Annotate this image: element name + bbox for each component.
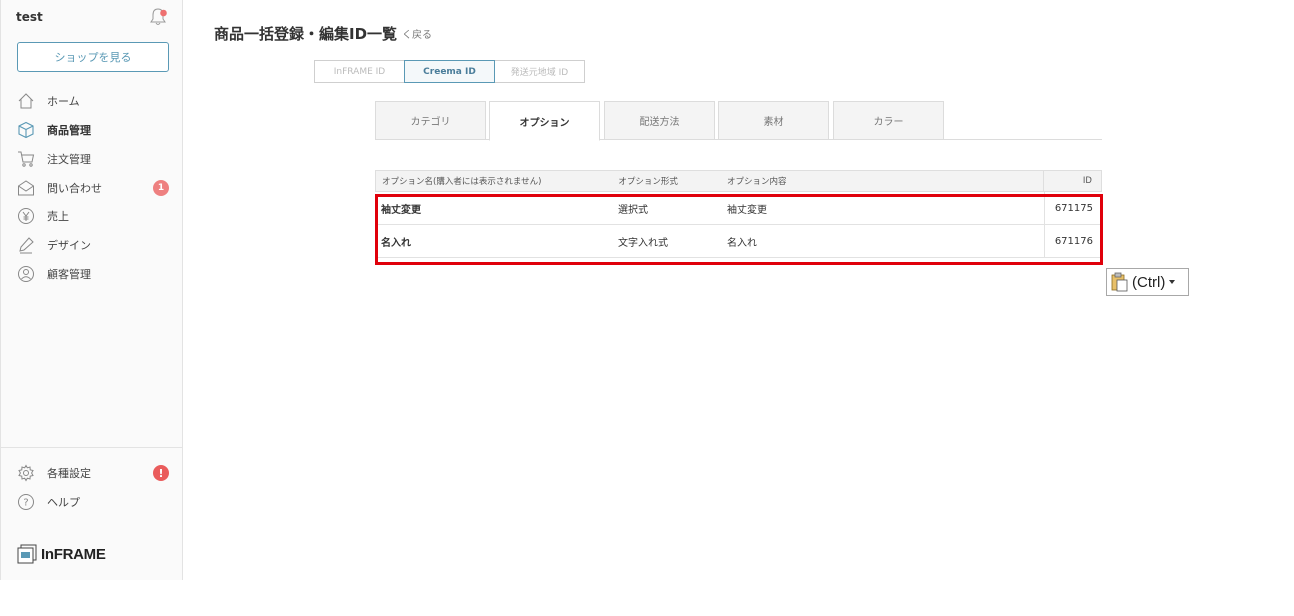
sidebar-item-inquiries[interactable]: 問い合わせ 1: [17, 177, 172, 199]
option-id-cell: 671176: [1044, 225, 1102, 257]
sidebar: test ショップを見る ホーム 商品管理 注文管理 問い合わせ 1 売上 デザ…: [0, 0, 183, 580]
sidebar-item-settings[interactable]: 各種設定 !: [17, 462, 172, 484]
option-name-cell: 袖丈変更: [381, 204, 421, 216]
logo-text: InFRAME: [41, 545, 106, 563]
table-row: 袖丈変更 選択式 袖丈変更 671175: [375, 192, 1102, 225]
yen-icon: [17, 207, 35, 225]
table-header: オプション名(購入者には表示されません) オプション形式 オプション内容 ID: [375, 170, 1102, 192]
col-option-type: オプション形式: [618, 177, 678, 187]
col-id: ID: [1043, 171, 1101, 191]
inquiries-badge: 1: [153, 180, 169, 196]
table-row: 名入れ 文字入れ式 名入れ 671176: [375, 225, 1102, 258]
sidebar-item-help[interactable]: ? ヘルプ: [17, 491, 172, 513]
sidebar-item-label: デザイン: [47, 239, 91, 252]
sidebar-item-label: 問い合わせ: [47, 182, 102, 195]
sidebar-item-label: 顧客管理: [47, 268, 91, 281]
paste-options-button[interactable]: (Ctrl): [1106, 268, 1189, 296]
mail-icon: [17, 179, 35, 197]
tab-color[interactable]: カラー: [833, 101, 944, 140]
page-title: 商品一括登録・編集ID一覧: [214, 25, 398, 43]
option-type-cell: 選択式: [618, 204, 648, 216]
option-name-cell: 名入れ: [381, 237, 411, 249]
svg-text:?: ?: [23, 498, 28, 509]
shipping-origin-id-button[interactable]: 発送元地域 ID: [494, 60, 585, 83]
id-type-switch: InFRAME ID Creema ID 発送元地域 ID: [314, 60, 585, 83]
sidebar-item-label: ホーム: [47, 95, 80, 108]
sidebar-item-home[interactable]: ホーム: [17, 90, 172, 112]
inframe-id-button[interactable]: InFRAME ID: [314, 60, 405, 83]
tab-bar: カテゴリ オプション 配送方法 素材 カラー: [375, 101, 1102, 141]
person-icon: [17, 265, 35, 283]
gear-icon: [17, 464, 35, 482]
sidebar-item-orders[interactable]: 注文管理: [17, 148, 172, 170]
paste-ctrl-label: (Ctrl): [1132, 273, 1166, 291]
options-table: オプション名(購入者には表示されません) オプション形式 オプション内容 ID …: [375, 170, 1102, 258]
clipboard-icon: [1111, 272, 1128, 292]
sidebar-item-sales[interactable]: 売上: [17, 205, 172, 227]
sidebar-item-label: 商品管理: [47, 124, 91, 137]
tab-material[interactable]: 素材: [718, 101, 829, 140]
option-content-cell: 名入れ: [727, 237, 757, 249]
sidebar-item-label: 注文管理: [47, 153, 91, 166]
back-link[interactable]: く戻る: [402, 26, 432, 41]
sidebar-item-customers[interactable]: 顧客管理: [17, 263, 172, 285]
box-icon: [17, 121, 35, 139]
chevron-down-icon: [1169, 280, 1176, 284]
option-type-cell: 文字入れ式: [618, 237, 668, 249]
settings-alert-badge: !: [153, 465, 169, 481]
home-icon: [17, 92, 35, 110]
sidebar-item-design[interactable]: デザイン: [17, 234, 172, 256]
bell-icon[interactable]: [148, 7, 168, 27]
sidebar-divider: [1, 447, 183, 448]
shop-view-button[interactable]: ショップを見る: [17, 42, 169, 72]
option-content-cell: 袖丈変更: [727, 204, 767, 216]
tab-shipping[interactable]: 配送方法: [604, 101, 715, 140]
sidebar-item-products[interactable]: 商品管理: [17, 119, 172, 141]
tab-options[interactable]: オプション: [489, 101, 600, 141]
sidebar-item-label: 売上: [47, 210, 69, 223]
cart-icon: [17, 150, 35, 168]
tab-category[interactable]: カテゴリ: [375, 101, 486, 140]
store-name: test: [16, 10, 43, 24]
pen-icon: [17, 236, 35, 254]
sidebar-item-label: 各種設定: [47, 467, 91, 480]
option-id-cell: 671175: [1044, 192, 1102, 224]
col-option-name: オプション名(購入者には表示されません): [382, 177, 542, 187]
help-icon: ?: [17, 493, 35, 511]
inframe-logo: InFRAME: [17, 544, 106, 564]
col-option-content: オプション内容: [727, 177, 787, 187]
sidebar-item-label: ヘルプ: [47, 496, 80, 509]
logo-mark-icon: [17, 544, 37, 564]
app-root: test ショップを見る ホーム 商品管理 注文管理 問い合わせ 1 売上 デザ…: [0, 0, 1294, 616]
creema-id-button[interactable]: Creema ID: [404, 60, 495, 83]
